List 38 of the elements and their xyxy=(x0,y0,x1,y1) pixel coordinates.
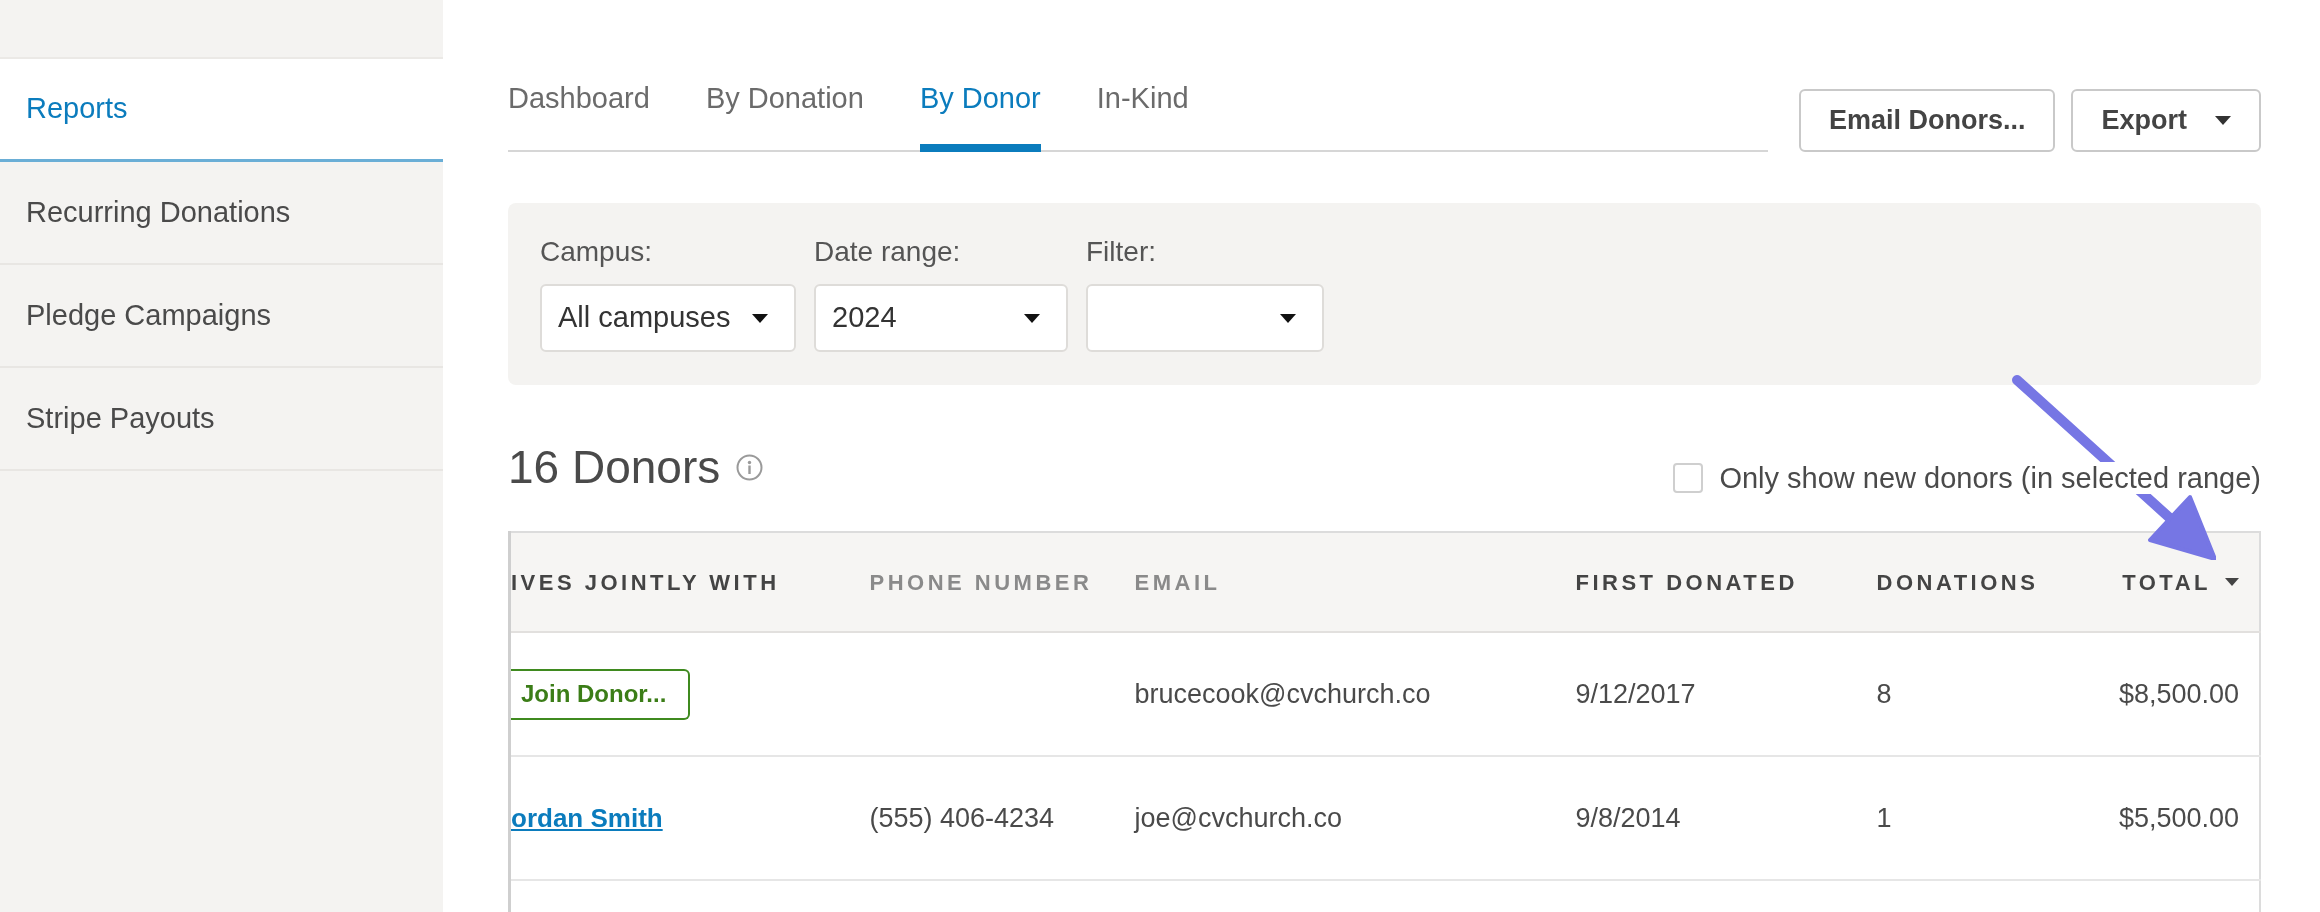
caret-icon xyxy=(1280,313,1296,323)
filter-label: Campus: xyxy=(540,237,653,267)
donor-count-heading: 16 Donors xyxy=(508,440,721,494)
sidebar-item[interactable]: Recurring Donations xyxy=(0,162,443,265)
sidebar-item[interactable]: Stripe Payouts xyxy=(0,368,443,471)
filter-label: Filter: xyxy=(1086,237,1156,267)
sidebar-item[interactable]: Pledge Campaigns xyxy=(0,265,443,368)
total-amount: $8,500.00 xyxy=(2118,678,2239,709)
tab[interactable]: By Donor xyxy=(919,60,1041,152)
donation-count: 8 xyxy=(1876,678,1892,709)
email-address-text: brucecook@cvchurch.co xyxy=(1134,678,1431,709)
tab[interactable]: By Donation xyxy=(705,60,864,152)
checkbox-label: Only show new donors (in selected range) xyxy=(1719,462,2261,494)
column-header: PHONE NUMBER xyxy=(869,568,1093,597)
phone-number-text: (555) 406-4234 xyxy=(869,802,1055,833)
dropdown-select[interactable]: 2024 xyxy=(814,284,1068,352)
checkbox[interactable] xyxy=(1673,463,1704,493)
export-button[interactable]: Export xyxy=(2071,89,2261,152)
first-donated-date: 9/8/2014 xyxy=(1575,802,1681,833)
donation-count: 1 xyxy=(1876,802,1892,833)
dropdown-select[interactable]: All campuses xyxy=(540,284,796,352)
email-donors-button[interactable]: Email Donors... xyxy=(1798,89,2056,152)
total-amount: $5,500.00 xyxy=(2118,802,2239,833)
dropdown-select[interactable] xyxy=(1086,284,1324,352)
caret-icon xyxy=(1024,313,1040,323)
email-address-text: joe@cvchurch.co xyxy=(1134,802,1342,833)
tab[interactable]: Dashboard xyxy=(508,60,650,152)
first-donated-date: 9/12/2017 xyxy=(1575,678,1696,709)
sidebar-item[interactable]: Reports xyxy=(0,59,443,162)
column-header: EMAIL xyxy=(1134,568,1221,597)
sort-caret-icon xyxy=(2225,578,2239,586)
filter-label: Date range: xyxy=(814,237,961,267)
donor-name-link[interactable]: ordan Smith xyxy=(511,802,663,833)
caret-icon xyxy=(2215,116,2231,125)
caret-icon xyxy=(752,313,768,323)
info-icon[interactable] xyxy=(736,453,764,481)
join-donor-button[interactable]: Join Donor... xyxy=(511,668,691,720)
tab[interactable]: In-Kind xyxy=(1096,60,1189,152)
